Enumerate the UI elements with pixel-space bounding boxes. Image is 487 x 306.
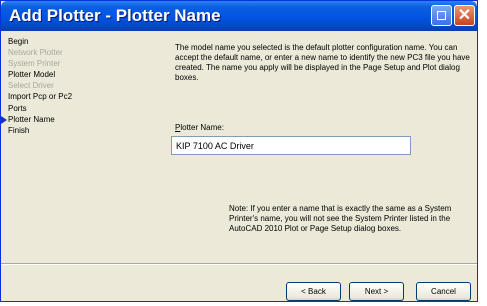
step-plotter-name: Plotter Name — [8, 115, 55, 124]
close-button[interactable]: ✕ — [454, 5, 475, 26]
step-plotter-model: Plotter Model — [8, 70, 56, 79]
step-system-printer: System Printer — [8, 59, 61, 68]
step-network-plotter: Network Plotter — [8, 48, 63, 57]
arrow-right-icon — [1, 116, 7, 124]
step-import-pcp: Import Pcp or Pc2 — [8, 92, 73, 101]
step-finish: Finish — [8, 126, 30, 135]
plotter-name-label-rest: lotter Name: — [180, 123, 224, 132]
step-select-driver: Select Driver — [8, 81, 54, 90]
step-ports: Ports — [8, 104, 27, 113]
help-icon — [437, 11, 446, 20]
help-button[interactable] — [431, 5, 452, 26]
description-text: The model name you selected is the defau… — [175, 43, 470, 82]
close-icon: ✕ — [457, 7, 472, 24]
plotter-name-label: Plotter Name: — [175, 123, 224, 132]
note-text: Note: If you enter a name that is exactl… — [229, 204, 452, 233]
separator — [1, 263, 477, 265]
title-bar[interactable]: Add Plotter - Plotter Name ✕ — [1, 1, 477, 31]
cancel-button[interactable]: Cancel — [416, 282, 471, 301]
plotter-name-input[interactable] — [171, 136, 411, 155]
step-begin: Begin — [8, 37, 29, 46]
window-title: Add Plotter - Plotter Name — [9, 6, 221, 25]
next-button[interactable]: Next > — [349, 282, 404, 301]
add-plotter-dialog: Add Plotter - Plotter Name ✕ Begin Netwo… — [0, 0, 478, 302]
back-button[interactable]: < Back — [286, 282, 341, 301]
